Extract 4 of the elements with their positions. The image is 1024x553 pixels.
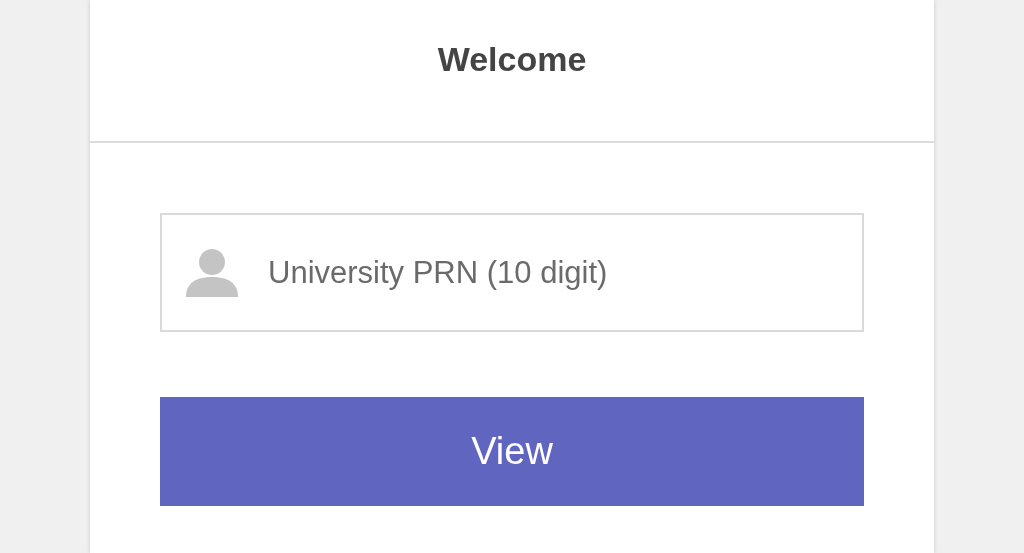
user-icon [186, 247, 238, 297]
view-button[interactable]: View [160, 397, 864, 506]
welcome-title: Welcome [437, 40, 587, 79]
prn-field[interactable]: University PRN (10 digit) [160, 213, 864, 332]
